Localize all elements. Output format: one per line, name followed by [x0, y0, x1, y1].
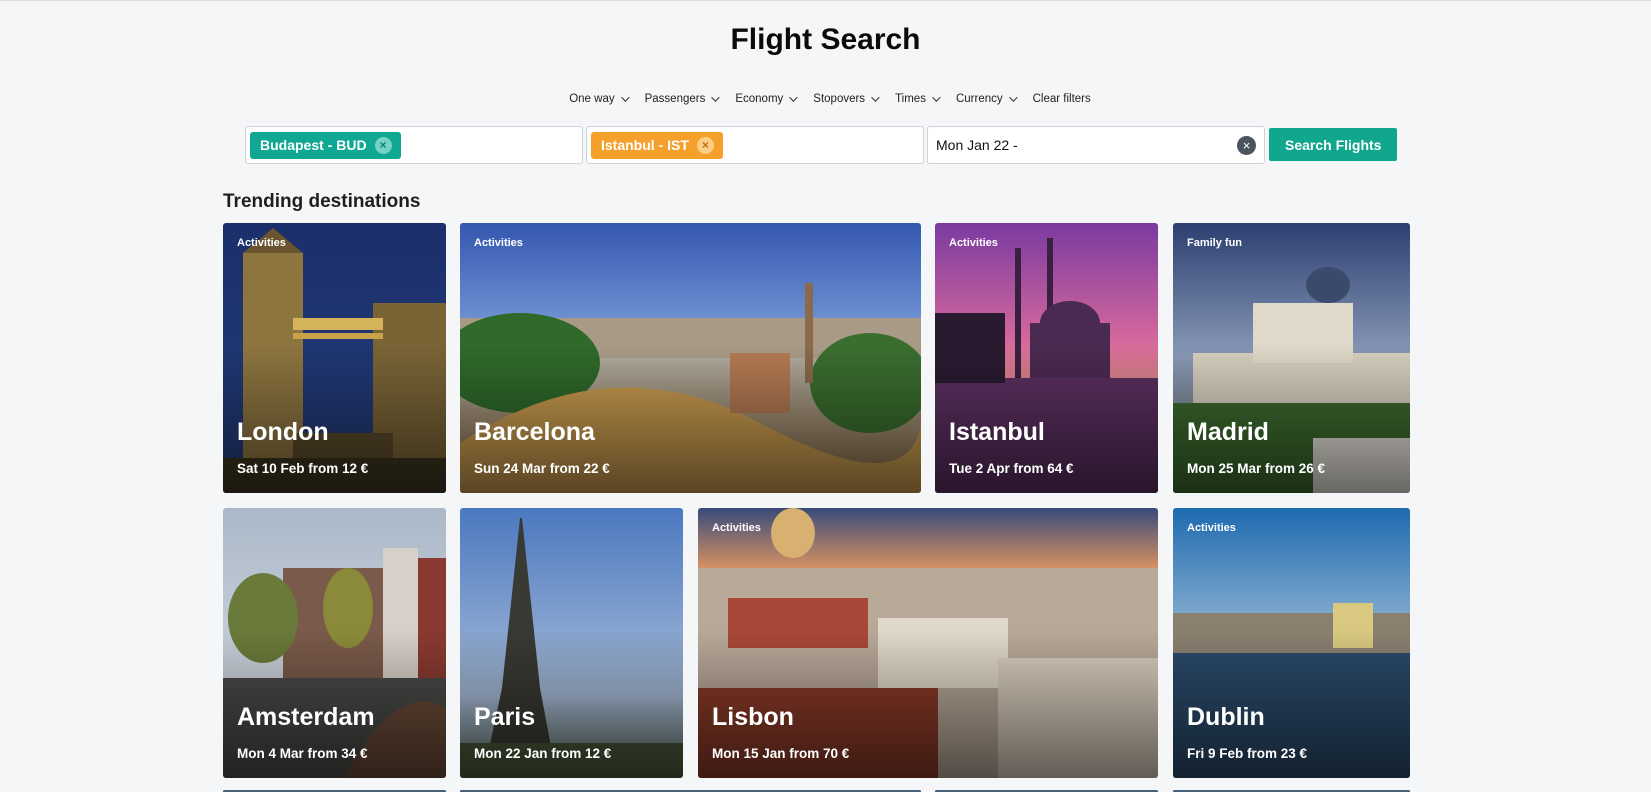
- filter-stopovers[interactable]: Stopovers: [813, 93, 880, 105]
- destination-card-istanbul[interactable]: Activities Istanbul Tue 2 Apr from 64 €: [935, 223, 1158, 493]
- filter-currency[interactable]: Currency: [955, 93, 1018, 105]
- card-price: Mon 4 Mar from 34 €: [237, 746, 368, 761]
- filter-cabin-class[interactable]: Economy: [735, 93, 798, 105]
- card-price: Sat 10 Feb from 12 €: [237, 461, 369, 476]
- card-price: Sun 24 Mar from 22 €: [474, 461, 610, 476]
- card-tag: Activities: [949, 237, 998, 249]
- card-price: Mon 22 Jan from 12 €: [474, 746, 612, 761]
- destination-card-dublin[interactable]: Activities Dublin Fri 9 Feb from 23 €: [1173, 508, 1410, 778]
- search-form: Budapest - BUD × Istanbul - IST × Mon Ja…: [245, 126, 1398, 164]
- card-city: Dublin: [1187, 703, 1265, 731]
- remove-chip-icon[interactable]: ×: [696, 136, 714, 154]
- date-value: Mon Jan 22 -: [936, 137, 1018, 153]
- card-tag: Activities: [712, 522, 761, 534]
- destination-card-madrid[interactable]: Family fun Madrid Mon 25 Mar from 26 €: [1173, 223, 1410, 493]
- destination-card-paris[interactable]: Paris Mon 22 Jan from 12 €: [460, 508, 683, 778]
- date-field[interactable]: Mon Jan 22 - ×: [927, 126, 1265, 164]
- destination-card-london[interactable]: Activities London Sat 10 Feb from 12 €: [223, 223, 446, 493]
- card-city: Istanbul: [949, 418, 1045, 446]
- filter-times[interactable]: Times: [895, 93, 941, 105]
- card-price: Mon 25 Mar from 26 €: [1187, 461, 1326, 476]
- destination-card-amsterdam[interactable]: Amsterdam Mon 4 Mar from 34 €: [223, 508, 446, 778]
- filter-trip-type[interactable]: One way: [569, 93, 630, 105]
- filter-label: Stopovers: [813, 93, 866, 105]
- clear-date-icon[interactable]: ×: [1237, 135, 1256, 155]
- card-city: Paris: [474, 703, 536, 731]
- card-tag: Activities: [237, 237, 286, 249]
- chevron-down-icon: [620, 93, 630, 102]
- card-tag: Activities: [474, 237, 523, 249]
- destination-card-lisbon[interactable]: Activities Lisbon Mon 15 Jan from 70 €: [698, 508, 1158, 778]
- origin-field[interactable]: Budapest - BUD ×: [245, 126, 583, 164]
- clear-filters-link[interactable]: Clear filters: [1033, 93, 1091, 105]
- chevron-down-icon: [871, 93, 880, 102]
- card-city: Barcelona: [474, 418, 595, 446]
- filter-label: One way: [569, 93, 615, 105]
- filter-bar: One way Passengers Economy Stopovers Tim…: [0, 93, 1651, 105]
- origin-chip-label: Budapest - BUD: [260, 137, 367, 153]
- card-city: Madrid: [1187, 418, 1269, 446]
- card-price: Fri 9 Feb from 23 €: [1187, 746, 1308, 761]
- search-flights-button[interactable]: Search Flights: [1269, 128, 1398, 161]
- chevron-down-icon: [1008, 93, 1018, 102]
- card-city: Lisbon: [712, 703, 794, 731]
- filter-passengers[interactable]: Passengers: [644, 93, 721, 105]
- destination-field[interactable]: Istanbul - IST ×: [586, 126, 924, 164]
- filter-label: Currency: [955, 93, 1003, 105]
- chevron-down-icon: [932, 93, 941, 102]
- destination-chip-label: Istanbul - IST: [601, 137, 689, 153]
- card-tag: Family fun: [1187, 237, 1243, 249]
- card-city: London: [237, 418, 329, 446]
- card-price: Mon 15 Jan from 70 €: [712, 746, 850, 761]
- destination-chip: Istanbul - IST ×: [591, 131, 723, 159]
- remove-chip-icon[interactable]: ×: [374, 136, 392, 154]
- card-tag: Activities: [1187, 522, 1236, 534]
- destination-card-barcelona[interactable]: Activities Barcelona Sun 24 Mar from 22 …: [460, 223, 921, 493]
- filter-label: Times: [895, 93, 926, 105]
- chevron-down-icon: [789, 93, 798, 102]
- filter-label: Passengers: [644, 93, 706, 105]
- origin-chip: Budapest - BUD ×: [250, 131, 401, 159]
- card-city: Amsterdam: [237, 703, 375, 731]
- chevron-down-icon: [711, 93, 721, 102]
- filter-label: Economy: [735, 93, 784, 105]
- section-title: Trending destinations: [223, 191, 421, 212]
- page-title: Flight Search: [730, 23, 921, 56]
- card-price: Tue 2 Apr from 64 €: [949, 461, 1074, 476]
